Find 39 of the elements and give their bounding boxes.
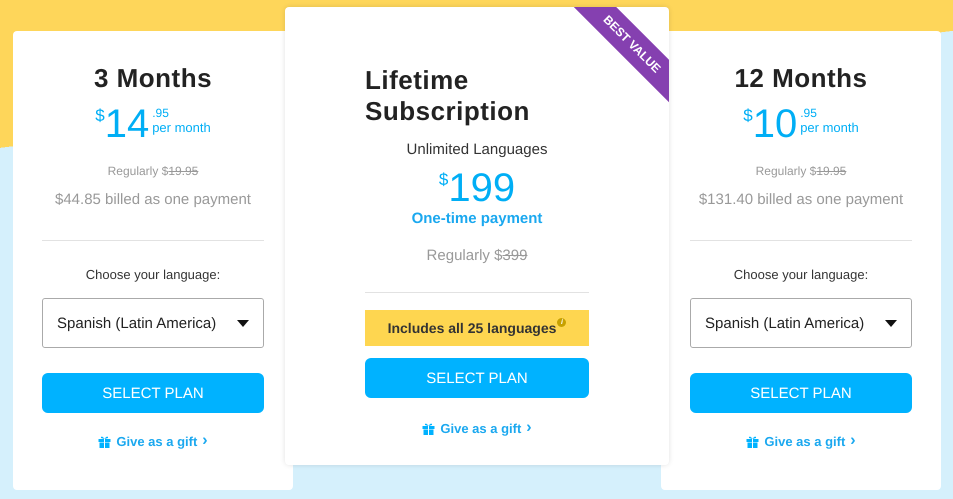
select-plan-button[interactable]: SELECT PLAN — [42, 373, 264, 413]
regular-price: Regularly $399 — [426, 247, 528, 264]
payment-note: One-time payment — [412, 210, 542, 227]
caret-icon — [237, 320, 249, 326]
gift-icon — [746, 434, 760, 448]
select-plan-button[interactable]: SELECT PLAN — [690, 373, 912, 413]
give-as-gift-link[interactable]: Give as a gift — [116, 434, 198, 448]
plan-subtitle: Unlimited Languages — [406, 141, 548, 158]
price-cents: .95 — [152, 106, 170, 120]
plan-title: Lifetime Subscription — [365, 65, 531, 127]
select-plan-button[interactable]: SELECT PLAN — [365, 358, 589, 398]
price-amount: 10 — [752, 102, 798, 146]
price-period: per month — [152, 120, 211, 135]
billing-note: $44.85 billed as one payment — [55, 191, 251, 208]
currency-symbol: $ — [743, 106, 753, 126]
chevron: › — [202, 432, 208, 450]
plan-title: 12 Months — [734, 63, 868, 94]
gift-icon — [422, 422, 436, 434]
billing-note: $131.40 billed as one payment — [698, 191, 904, 208]
price-period: per month — [800, 120, 859, 135]
language-label: Choose your language: — [86, 267, 220, 282]
chevron: › — [850, 432, 856, 450]
gift-icon — [98, 434, 112, 448]
includes-languages-text: Includes all 25 languages — [388, 320, 556, 336]
caret-icon — [885, 320, 897, 326]
price-amount: 199 — [448, 166, 516, 210]
price-amount: 14 — [104, 102, 150, 146]
language-dropdown[interactable]: Spanish (Latin America) — [42, 298, 264, 348]
currency-symbol: $ — [438, 170, 448, 190]
price-cents: .95 — [800, 106, 818, 120]
chevron: › — [526, 419, 532, 437]
plan-title: 3 Months — [94, 63, 212, 94]
give-as-gift-link[interactable]: Give as a gift — [764, 434, 846, 448]
language-label: Choose your language: — [734, 267, 868, 282]
regular-price: Regularly $19.95 — [108, 164, 198, 178]
give-as-gift-link[interactable]: Give as a gift — [440, 420, 522, 436]
currency-symbol: $ — [95, 106, 105, 126]
language-dropdown[interactable]: Spanish (Latin America) — [690, 298, 912, 348]
regular-price: Regularly $19.95 — [756, 164, 846, 178]
